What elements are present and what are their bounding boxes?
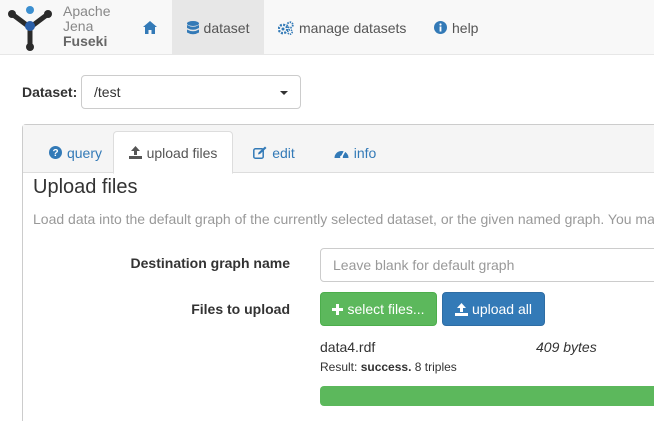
nav-manage-datasets[interactable]: manage datasets	[278, 0, 406, 55]
info-circle-icon	[434, 21, 447, 34]
tab-edit[interactable]: edit	[239, 131, 309, 174]
tabs-bar: ? query upload files edit info	[23, 125, 654, 174]
nav-dataset[interactable]: dataset	[172, 0, 264, 55]
home-icon	[142, 21, 157, 34]
nav-help[interactable]: help	[434, 0, 478, 55]
files-to-upload-label: Files to upload	[191, 301, 290, 317]
nav-manage-label: manage datasets	[299, 19, 407, 36]
tab-info-label: info	[353, 144, 377, 161]
navbar: Apache Jena Fuseki dataset manage datase…	[0, 0, 654, 55]
uploaded-file-size: 409 bytes	[536, 339, 597, 355]
fuseki-logo[interactable]	[6, 4, 54, 52]
dashboard-icon	[334, 150, 349, 158]
dataset-label: Dataset:	[22, 84, 78, 100]
upload-title: Upload files	[33, 176, 138, 198]
upload-result: Result: success. 8 triples	[320, 360, 457, 374]
tab-upload-label: upload files	[146, 144, 218, 161]
uploaded-file-name: data4.rdf	[320, 339, 376, 355]
edit-icon	[253, 146, 267, 159]
brand[interactable]: Apache Jena Fuseki	[63, 4, 110, 49]
upload-all-button[interactable]: upload all	[442, 292, 545, 326]
upload-all-label: upload all	[472, 301, 532, 317]
upload-icon	[128, 146, 142, 159]
tab-info[interactable]: info	[315, 131, 395, 174]
upload-result-detail: 8 triples	[414, 360, 457, 374]
destination-graph-label: Destination graph name	[130, 255, 290, 271]
select-files-button[interactable]: select files...	[320, 292, 437, 326]
tab-edit-label: edit	[272, 144, 295, 161]
nav-home[interactable]	[133, 0, 171, 55]
question-circle-icon: ?	[48, 146, 62, 159]
tab-upload-files[interactable]: upload files	[113, 131, 233, 174]
upload-description: Load data into the default graph of the …	[33, 211, 654, 227]
destination-graph-input[interactable]	[320, 248, 654, 282]
database-icon	[186, 20, 199, 34]
upload-result-prefix: Result:	[320, 360, 358, 374]
caret-down-icon	[280, 91, 288, 95]
dataset-select-value: /test	[94, 84, 121, 100]
tab-query[interactable]: ? query	[33, 131, 118, 174]
plus-icon	[332, 303, 344, 315]
nav-dataset-label: dataset	[203, 19, 250, 36]
cogs-icon	[278, 20, 294, 35]
nav-help-label: help	[452, 19, 479, 36]
dataset-select[interactable]: /test	[81, 75, 301, 109]
upload-result-status: success.	[360, 360, 412, 374]
svg-text:?: ?	[52, 148, 58, 159]
select-files-label: select files...	[347, 301, 425, 317]
brand-line-1: Apache	[63, 3, 111, 19]
brand-line-2: Jena	[63, 18, 94, 34]
upload-icon	[455, 302, 469, 316]
brand-line-3: Fuseki	[63, 33, 108, 49]
tab-query-label: query	[66, 144, 103, 161]
upload-progress-bar	[320, 386, 654, 406]
